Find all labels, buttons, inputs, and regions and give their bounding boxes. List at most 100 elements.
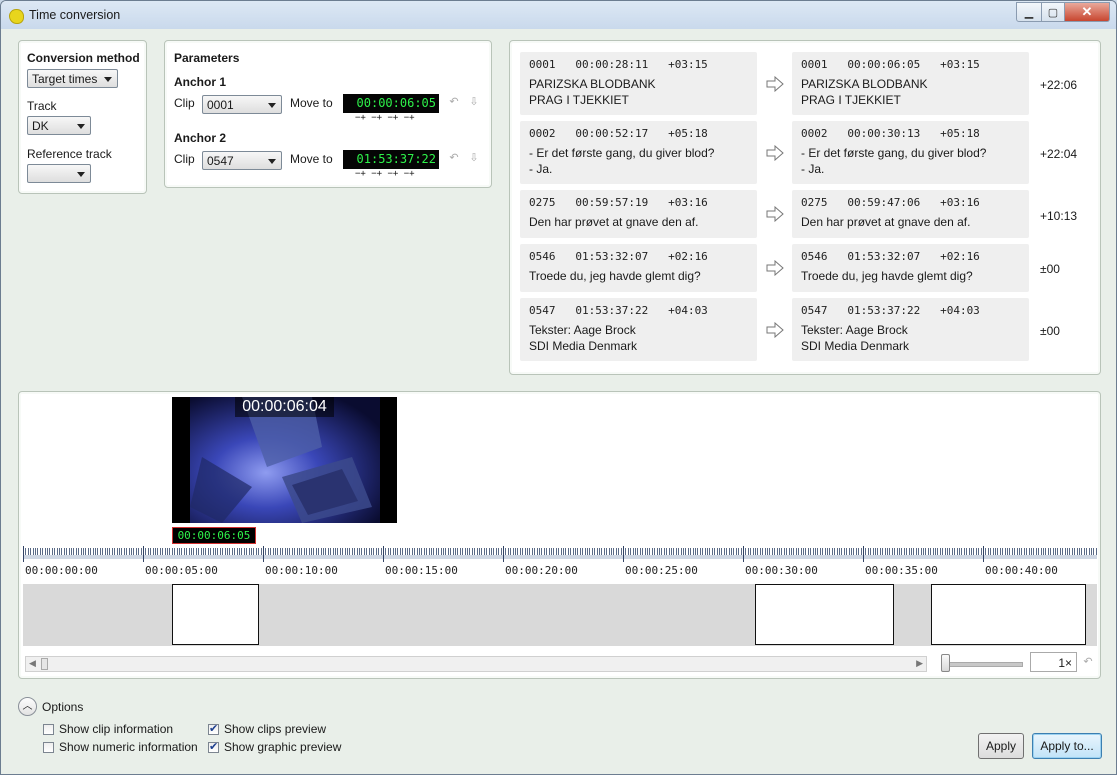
anchor2-clip-label: Clip bbox=[174, 152, 195, 166]
source-clip-line2: - Ja. bbox=[529, 162, 553, 176]
arrow-right-icon bbox=[766, 322, 784, 338]
source-clip-card[interactable]: 0002 00:00:52:17 +05:18 - Er det første … bbox=[520, 121, 757, 184]
ruler-tick-label: 00:00:35:00 bbox=[865, 564, 938, 577]
target-clip-line2: SDI Media Denmark bbox=[801, 339, 910, 353]
reference-track-dropdown[interactable] bbox=[27, 164, 91, 183]
window-title: Time conversion bbox=[29, 8, 121, 22]
scroll-right-icon[interactable]: ▶ bbox=[916, 658, 923, 669]
minimize-icon: ▁ bbox=[1024, 6, 1034, 19]
source-clip-card[interactable]: 0001 00:00:28:11 +03:15 PARIZSKA BLODBAN… bbox=[520, 52, 757, 115]
source-clip-line2: SDI Media Denmark bbox=[529, 339, 638, 353]
reset-icon[interactable]: ↶ bbox=[448, 152, 460, 164]
target-clip-card[interactable]: 0001 00:00:06:05 +03:15 PARIZSKA BLODBAN… bbox=[792, 52, 1029, 115]
pick-down-icon[interactable]: ⇩ bbox=[468, 96, 480, 108]
source-clip-card[interactable]: 0547 01:53:37:22 +04:03 Tekster: Aage Br… bbox=[520, 298, 757, 361]
anchor2-step-buttons[interactable]: −+ −+ −+ −+ bbox=[355, 169, 451, 179]
apply-button[interactable]: Apply bbox=[978, 733, 1024, 759]
ruler-tick-label: 00:00:00:00 bbox=[25, 564, 98, 577]
source-clip-line1: PARIZSKA BLODBANK bbox=[529, 77, 656, 91]
offset-delta: +22:04 bbox=[1040, 147, 1078, 161]
show-graphic-preview-label[interactable]: Show graphic preview bbox=[224, 740, 341, 754]
chevron-down-icon bbox=[268, 159, 276, 164]
offset-delta: ±00 bbox=[1040, 324, 1060, 338]
anchor2-heading: Anchor 2 bbox=[174, 131, 227, 145]
show-clips-preview-checkbox[interactable] bbox=[208, 722, 219, 735]
show-numeric-information-label[interactable]: Show numeric information bbox=[59, 740, 198, 754]
scroll-left-icon[interactable]: ◀ bbox=[29, 658, 36, 669]
apply-to-button[interactable]: Apply to... bbox=[1032, 733, 1102, 759]
chevron-down-icon bbox=[77, 124, 85, 129]
anchor1-step-buttons[interactable]: −+ −+ −+ −+ bbox=[355, 113, 451, 123]
clip-mapping-panel: 0001 00:00:28:11 +03:15 PARIZSKA BLODBAN… bbox=[509, 40, 1101, 375]
target-clip-line1: - Er det første gang, du giver blod? bbox=[801, 146, 987, 160]
target-clip-card[interactable]: 0002 00:00:30:13 +05:18 - Er det første … bbox=[792, 121, 1029, 184]
time-conversion-window: Time conversion ▁ ▢ ✕ Conversion method … bbox=[0, 0, 1117, 775]
show-clips-preview-label[interactable]: Show clips preview bbox=[224, 722, 326, 736]
source-clip-line1: - Er det første gang, du giver blod? bbox=[529, 146, 715, 160]
clip-block[interactable] bbox=[172, 584, 259, 645]
maximize-icon: ▢ bbox=[1047, 6, 1059, 19]
ruler-tick-label: 00:00:10:00 bbox=[265, 564, 338, 577]
reset-icon[interactable]: ↶ bbox=[448, 96, 460, 108]
anchor2-timecode-field[interactable]: 01:53:37:22 bbox=[343, 150, 439, 169]
horizontal-scrollbar[interactable]: ◀ ▶ bbox=[25, 656, 927, 672]
track-value: DK bbox=[32, 119, 49, 133]
source-clip-header: 0546 01:53:32:07 +02:16 bbox=[529, 250, 708, 263]
offset-delta: +10:13 bbox=[1040, 209, 1078, 223]
arrow-right-icon bbox=[766, 76, 784, 92]
target-clip-card[interactable]: 0275 00:59:47:06 +03:16 Den har prøvet a… bbox=[792, 190, 1029, 238]
source-clip-card[interactable]: 0275 00:59:57:19 +03:16 Den har prøvet a… bbox=[520, 190, 757, 238]
maximize-button[interactable]: ▢ bbox=[1042, 2, 1065, 22]
parameters-panel: Parameters Anchor 1 Clip 0001 Move to 00… bbox=[164, 40, 492, 188]
target-clip-header: 0275 00:59:47:06 +03:16 bbox=[801, 196, 980, 209]
show-numeric-information-checkbox[interactable] bbox=[43, 742, 54, 753]
ruler-tick-label: 00:00:20:00 bbox=[505, 564, 578, 577]
target-clip-card[interactable]: 0546 01:53:32:07 +02:16 Troede du, jeg h… bbox=[792, 244, 1029, 292]
anchor2-clip-dropdown[interactable]: 0547 bbox=[202, 151, 282, 170]
options-collapse-button[interactable]: ︿ bbox=[18, 697, 37, 716]
source-clip-line1: Tekster: Aage Brock bbox=[529, 323, 636, 337]
anchor2-move-label: Move to bbox=[290, 152, 333, 166]
clip-block[interactable] bbox=[931, 584, 1086, 645]
video-preview: 00:00:06:04 bbox=[172, 397, 397, 523]
anchor1-move-label: Move to bbox=[290, 96, 333, 110]
chevron-down-icon bbox=[104, 77, 112, 82]
show-clip-information-label[interactable]: Show clip information bbox=[59, 722, 173, 736]
target-clip-header: 0546 01:53:32:07 +02:16 bbox=[801, 250, 980, 263]
conversion-method-dropdown[interactable]: Target times bbox=[27, 69, 118, 88]
source-clip-header: 0275 00:59:57:19 +03:16 bbox=[529, 196, 708, 209]
anchor1-clip-dropdown[interactable]: 0001 bbox=[202, 95, 282, 114]
title-bar[interactable]: Time conversion ▁ ▢ ✕ bbox=[1, 1, 1116, 29]
pick-down-icon[interactable]: ⇩ bbox=[468, 152, 480, 164]
arrow-right-icon bbox=[766, 145, 784, 161]
source-clip-header: 0002 00:00:52:17 +05:18 bbox=[529, 127, 708, 140]
target-clip-card[interactable]: 0547 01:53:37:22 +04:03 Tekster: Aage Br… bbox=[792, 298, 1029, 361]
anchor1-heading: Anchor 1 bbox=[174, 75, 227, 89]
preview-timecode: 00:00:06:04 bbox=[235, 397, 334, 417]
anchor1-timecode-field[interactable]: 00:00:06:05 bbox=[343, 94, 439, 113]
target-clip-line1: PARIZSKA BLODBANK bbox=[801, 77, 928, 91]
timeline-ruler[interactable] bbox=[23, 546, 1097, 562]
close-button[interactable]: ✕ bbox=[1065, 2, 1110, 22]
minimize-button[interactable]: ▁ bbox=[1016, 2, 1042, 22]
scrollbar-thumb[interactable] bbox=[41, 658, 48, 670]
zoom-slider-thumb[interactable] bbox=[941, 654, 950, 672]
target-clip-line2: PRAG I TJEKKIET bbox=[801, 93, 901, 107]
chevron-down-icon bbox=[268, 103, 276, 108]
app-lemon-icon bbox=[9, 9, 24, 24]
ruler-tick-label: 00:00:30:00 bbox=[745, 564, 818, 577]
track-dropdown[interactable]: DK bbox=[27, 116, 91, 135]
close-icon: ✕ bbox=[1081, 4, 1093, 19]
source-clip-card[interactable]: 0546 01:53:32:07 +02:16 Troede du, jeg h… bbox=[520, 244, 757, 292]
clip-block[interactable] bbox=[755, 584, 894, 645]
conversion-method-value: Target times bbox=[32, 72, 98, 86]
show-graphic-preview-checkbox[interactable] bbox=[208, 740, 219, 753]
zoom-slider[interactable] bbox=[941, 662, 1023, 667]
show-clip-information-checkbox[interactable] bbox=[43, 724, 54, 735]
anchor1-clip-value: 0001 bbox=[207, 98, 234, 112]
ruler-tick-label: 00:00:15:00 bbox=[385, 564, 458, 577]
reset-zoom-icon[interactable]: ↶ bbox=[1082, 656, 1094, 668]
window-controls: ▁ ▢ ✕ bbox=[1016, 2, 1110, 22]
arrow-right-icon bbox=[766, 206, 784, 222]
zoom-level-field[interactable]: 1× bbox=[1030, 652, 1077, 672]
